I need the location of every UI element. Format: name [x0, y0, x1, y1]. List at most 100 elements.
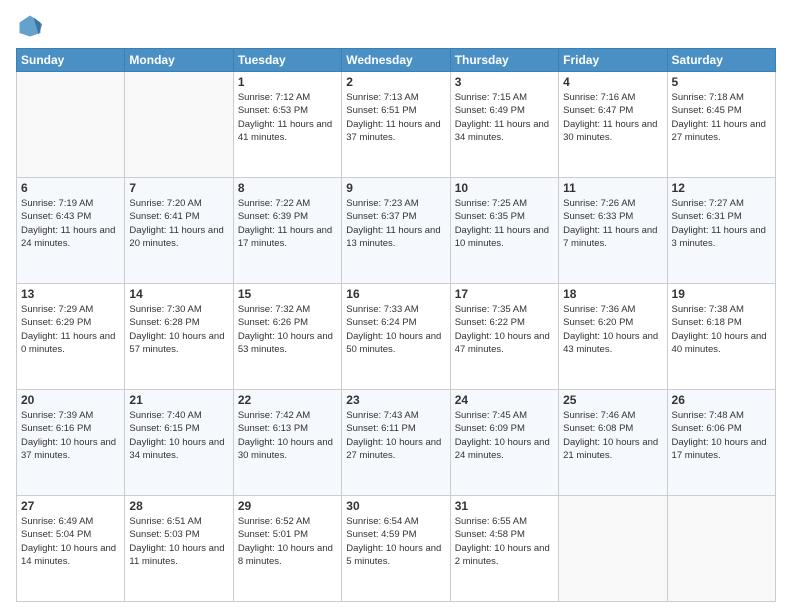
- day-info: Sunrise: 7:15 AM Sunset: 6:49 PM Dayligh…: [455, 91, 554, 144]
- day-number: 23: [346, 393, 445, 407]
- day-info: Sunrise: 7:27 AM Sunset: 6:31 PM Dayligh…: [672, 197, 771, 250]
- calendar-cell: 18 Sunrise: 7:36 AM Sunset: 6:20 PM Dayli…: [559, 284, 667, 390]
- day-number: 29: [238, 499, 337, 513]
- calendar-cell: 30 Sunrise: 6:54 AM Sunset: 4:59 PM Dayli…: [342, 496, 450, 602]
- calendar-week-row: 6 Sunrise: 7:19 AM Sunset: 6:43 PM Daylig…: [17, 178, 776, 284]
- calendar-cell: 8Sunrise: 7:22 AM Sunset: 6:39 PM Daylig…: [233, 178, 341, 284]
- calendar-header-row: SundayMondayTuesdayWednesdayThursdayFrid…: [17, 49, 776, 72]
- calendar-header-monday: Monday: [125, 49, 233, 72]
- calendar-header-tuesday: Tuesday: [233, 49, 341, 72]
- calendar-cell: 16 Sunrise: 7:33 AM Sunset: 6:24 PM Dayli…: [342, 284, 450, 390]
- calendar-cell: 20 Sunrise: 7:39 AM Sunset: 6:16 PM Dayli…: [17, 390, 125, 496]
- day-info: Sunrise: 7:48 AM Sunset: 6:06 PM Dayligh…: [672, 409, 771, 462]
- calendar-week-row: 20 Sunrise: 7:39 AM Sunset: 6:16 PM Dayli…: [17, 390, 776, 496]
- calendar-cell: 28 Sunrise: 6:51 AM Sunset: 5:03 PM Dayli…: [125, 496, 233, 602]
- day-info: Sunrise: 6:55 AM Sunset: 4:58 PM Dayligh…: [455, 515, 554, 568]
- day-info: Sunrise: 7:46 AM Sunset: 6:08 PM Dayligh…: [563, 409, 662, 462]
- day-number: 25: [563, 393, 662, 407]
- calendar-cell: 7 Sunrise: 7:20 AM Sunset: 6:41 PM Daylig…: [125, 178, 233, 284]
- day-number: 9: [346, 181, 445, 195]
- day-number: 18: [563, 287, 662, 301]
- day-number: 19: [672, 287, 771, 301]
- day-number: 20: [21, 393, 120, 407]
- calendar-header-sunday: Sunday: [17, 49, 125, 72]
- day-info: Sunrise: 7:38 AM Sunset: 6:18 PM Dayligh…: [672, 303, 771, 356]
- day-info: Sunrise: 7:43 AM Sunset: 6:11 PM Dayligh…: [346, 409, 445, 462]
- day-number: 7: [129, 181, 228, 195]
- day-info: Sunrise: 7:29 AM Sunset: 6:29 PM Dayligh…: [21, 303, 120, 356]
- day-info: Sunrise: 7:12 AM Sunset: 6:53 PM Dayligh…: [238, 91, 337, 144]
- day-number: 3: [455, 75, 554, 89]
- day-info: Sunrise: 6:54 AM Sunset: 4:59 PM Dayligh…: [346, 515, 445, 568]
- page: SundayMondayTuesdayWednesdayThursdayFrid…: [0, 0, 792, 612]
- calendar-cell: 27Sunrise: 6:49 AM Sunset: 5:04 PM Dayli…: [17, 496, 125, 602]
- day-number: 16: [346, 287, 445, 301]
- day-info: Sunrise: 7:16 AM Sunset: 6:47 PM Dayligh…: [563, 91, 662, 144]
- calendar-week-row: 27Sunrise: 6:49 AM Sunset: 5:04 PM Dayli…: [17, 496, 776, 602]
- day-number: 14: [129, 287, 228, 301]
- calendar-cell: 17 Sunrise: 7:35 AM Sunset: 6:22 PM Dayli…: [450, 284, 558, 390]
- calendar-cell: 26Sunrise: 7:48 AM Sunset: 6:06 PM Dayli…: [667, 390, 775, 496]
- day-number: 11: [563, 181, 662, 195]
- day-number: 12: [672, 181, 771, 195]
- day-number: 22: [238, 393, 337, 407]
- day-info: Sunrise: 7:23 AM Sunset: 6:37 PM Dayligh…: [346, 197, 445, 250]
- calendar-cell: 13 Sunrise: 7:29 AM Sunset: 6:29 PM Dayli…: [17, 284, 125, 390]
- day-number: 6: [21, 181, 120, 195]
- day-info: Sunrise: 7:42 AM Sunset: 6:13 PM Dayligh…: [238, 409, 337, 462]
- calendar-cell: [125, 72, 233, 178]
- day-info: Sunrise: 7:35 AM Sunset: 6:22 PM Dayligh…: [455, 303, 554, 356]
- day-number: 31: [455, 499, 554, 513]
- calendar-cell: 10Sunrise: 7:25 AM Sunset: 6:35 PM Dayli…: [450, 178, 558, 284]
- calendar-cell: 15 Sunrise: 7:32 AM Sunset: 6:26 PM Dayli…: [233, 284, 341, 390]
- day-info: Sunrise: 7:32 AM Sunset: 6:26 PM Dayligh…: [238, 303, 337, 356]
- calendar-header-wednesday: Wednesday: [342, 49, 450, 72]
- calendar-cell: 4 Sunrise: 7:16 AM Sunset: 6:47 PM Daylig…: [559, 72, 667, 178]
- calendar-cell: 24Sunrise: 7:45 AM Sunset: 6:09 PM Dayli…: [450, 390, 558, 496]
- day-number: 28: [129, 499, 228, 513]
- calendar-header-friday: Friday: [559, 49, 667, 72]
- calendar-cell: 5Sunrise: 7:18 AM Sunset: 6:45 PM Daylig…: [667, 72, 775, 178]
- calendar-cell: 14 Sunrise: 7:30 AM Sunset: 6:28 PM Dayli…: [125, 284, 233, 390]
- calendar-cell: 31 Sunrise: 6:55 AM Sunset: 4:58 PM Dayli…: [450, 496, 558, 602]
- day-number: 15: [238, 287, 337, 301]
- day-info: Sunrise: 7:30 AM Sunset: 6:28 PM Dayligh…: [129, 303, 228, 356]
- day-info: Sunrise: 7:45 AM Sunset: 6:09 PM Dayligh…: [455, 409, 554, 462]
- calendar-cell: [559, 496, 667, 602]
- day-number: 2: [346, 75, 445, 89]
- calendar-week-row: 1Sunrise: 7:12 AM Sunset: 6:53 PM Daylig…: [17, 72, 776, 178]
- day-info: Sunrise: 6:51 AM Sunset: 5:03 PM Dayligh…: [129, 515, 228, 568]
- day-info: Sunrise: 6:52 AM Sunset: 5:01 PM Dayligh…: [238, 515, 337, 568]
- day-number: 17: [455, 287, 554, 301]
- header: [16, 12, 776, 40]
- calendar-cell: 9 Sunrise: 7:23 AM Sunset: 6:37 PM Daylig…: [342, 178, 450, 284]
- day-number: 27: [21, 499, 120, 513]
- calendar-cell: 25 Sunrise: 7:46 AM Sunset: 6:08 PM Dayli…: [559, 390, 667, 496]
- day-number: 30: [346, 499, 445, 513]
- day-number: 4: [563, 75, 662, 89]
- day-number: 13: [21, 287, 120, 301]
- day-info: Sunrise: 7:19 AM Sunset: 6:43 PM Dayligh…: [21, 197, 120, 250]
- day-info: Sunrise: 7:33 AM Sunset: 6:24 PM Dayligh…: [346, 303, 445, 356]
- day-info: Sunrise: 7:36 AM Sunset: 6:20 PM Dayligh…: [563, 303, 662, 356]
- calendar-cell: 1Sunrise: 7:12 AM Sunset: 6:53 PM Daylig…: [233, 72, 341, 178]
- day-info: Sunrise: 7:26 AM Sunset: 6:33 PM Dayligh…: [563, 197, 662, 250]
- day-info: Sunrise: 7:22 AM Sunset: 6:39 PM Dayligh…: [238, 197, 337, 250]
- calendar-cell: 19 Sunrise: 7:38 AM Sunset: 6:18 PM Dayli…: [667, 284, 775, 390]
- day-info: Sunrise: 7:18 AM Sunset: 6:45 PM Dayligh…: [672, 91, 771, 144]
- calendar-cell: [667, 496, 775, 602]
- calendar-cell: 6 Sunrise: 7:19 AM Sunset: 6:43 PM Daylig…: [17, 178, 125, 284]
- calendar-cell: 23 Sunrise: 7:43 AM Sunset: 6:11 PM Dayli…: [342, 390, 450, 496]
- calendar-header-saturday: Saturday: [667, 49, 775, 72]
- calendar-cell: 3 Sunrise: 7:15 AM Sunset: 6:49 PM Daylig…: [450, 72, 558, 178]
- calendar-week-row: 13 Sunrise: 7:29 AM Sunset: 6:29 PM Dayli…: [17, 284, 776, 390]
- day-info: Sunrise: 7:20 AM Sunset: 6:41 PM Dayligh…: [129, 197, 228, 250]
- day-number: 21: [129, 393, 228, 407]
- calendar-cell: 2Sunrise: 7:13 AM Sunset: 6:51 PM Daylig…: [342, 72, 450, 178]
- calendar-cell: 12 Sunrise: 7:27 AM Sunset: 6:31 PM Dayli…: [667, 178, 775, 284]
- calendar-cell: 29 Sunrise: 6:52 AM Sunset: 5:01 PM Dayli…: [233, 496, 341, 602]
- day-info: Sunrise: 7:40 AM Sunset: 6:15 PM Dayligh…: [129, 409, 228, 462]
- logo-icon: [16, 12, 44, 40]
- day-info: Sunrise: 7:39 AM Sunset: 6:16 PM Dayligh…: [21, 409, 120, 462]
- calendar-cell: 11 Sunrise: 7:26 AM Sunset: 6:33 PM Dayli…: [559, 178, 667, 284]
